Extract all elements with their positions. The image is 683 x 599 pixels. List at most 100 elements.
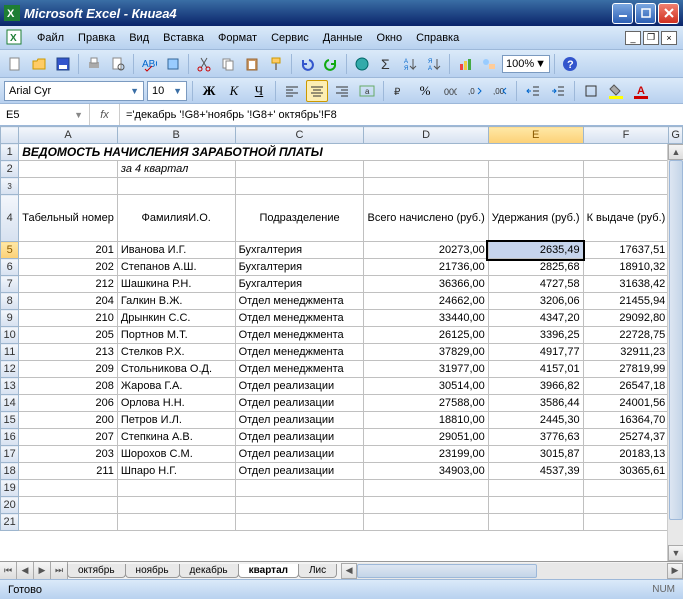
menu-file[interactable]: Файл bbox=[30, 30, 71, 46]
row-header[interactable]: 9 bbox=[1, 310, 19, 327]
col-header-B[interactable]: B bbox=[117, 127, 235, 144]
fill-color-button[interactable] bbox=[605, 80, 627, 102]
formula-input[interactable]: ='декабрь '!G8+'ноябрь '!G8+' октябрь'!F… bbox=[120, 104, 683, 125]
menu-help[interactable]: Справка bbox=[409, 30, 466, 46]
col-header-E[interactable]: E bbox=[488, 127, 583, 144]
sheet-tab-nov[interactable]: ноябрь bbox=[125, 564, 180, 578]
header-pay[interactable]: К выдаче (руб.) bbox=[583, 195, 669, 242]
zoom-combo[interactable]: 100%▼ bbox=[502, 55, 550, 73]
menu-view[interactable]: Вид bbox=[122, 30, 156, 46]
tab-next-icon[interactable]: ▶ bbox=[34, 562, 51, 579]
tab-last-icon[interactable]: ⏭ bbox=[51, 562, 68, 579]
col-header-F[interactable]: F bbox=[583, 127, 669, 144]
increase-indent-button[interactable] bbox=[547, 80, 569, 102]
row-header[interactable]: 11 bbox=[1, 344, 19, 361]
header-total[interactable]: Всего начислено (руб.) bbox=[364, 195, 488, 242]
font-size-combo[interactable]: 10▼ bbox=[147, 81, 187, 101]
sheet-tab-oct[interactable]: октябрь bbox=[67, 564, 126, 578]
hyperlink-icon[interactable] bbox=[351, 53, 373, 75]
row-header[interactable]: 8 bbox=[1, 293, 19, 310]
drawing-icon[interactable] bbox=[478, 53, 500, 75]
header-dep[interactable]: Подразделение bbox=[235, 195, 364, 242]
sheet-tab-quarter[interactable]: квартал bbox=[238, 564, 299, 578]
decrease-indent-button[interactable] bbox=[522, 80, 544, 102]
name-box[interactable]: E5▼ bbox=[0, 104, 90, 125]
bold-button[interactable]: Ж bbox=[198, 80, 220, 102]
row-header[interactable]: 15 bbox=[1, 412, 19, 429]
row-header[interactable]: 17 bbox=[1, 446, 19, 463]
comma-button[interactable]: 000 bbox=[439, 80, 461, 102]
header-ded[interactable]: Удержания (руб.) bbox=[488, 195, 583, 242]
mdi-close-button[interactable]: × bbox=[661, 31, 677, 45]
row-header[interactable]: 18 bbox=[1, 463, 19, 480]
row-header[interactable]: 3 bbox=[1, 178, 19, 195]
decrease-decimal-button[interactable]: ,00 bbox=[489, 80, 511, 102]
close-button[interactable] bbox=[658, 3, 679, 24]
cut-icon[interactable] bbox=[193, 53, 215, 75]
sheet-title[interactable]: ВЕДОМОСТЬ НАЧИСЛЕНИЯ ЗАРАБОТНОЙ ПЛАТЫ bbox=[19, 144, 669, 161]
row-header[interactable]: 5 bbox=[1, 242, 19, 259]
help-icon[interactable]: ? bbox=[559, 53, 581, 75]
autosum-icon[interactable]: Σ bbox=[375, 53, 397, 75]
row-header[interactable]: 4 bbox=[1, 195, 19, 242]
tab-first-icon[interactable]: ⏮ bbox=[0, 562, 17, 579]
col-header-G[interactable]: G bbox=[669, 127, 683, 144]
currency-button[interactable]: ₽ bbox=[389, 80, 411, 102]
row-header[interactable]: 14 bbox=[1, 395, 19, 412]
hscroll-thumb[interactable] bbox=[357, 564, 537, 578]
save-icon[interactable] bbox=[52, 53, 74, 75]
col-header-C[interactable]: C bbox=[235, 127, 364, 144]
maximize-button[interactable] bbox=[635, 3, 656, 24]
tab-prev-icon[interactable]: ◀ bbox=[17, 562, 34, 579]
sort-asc-icon[interactable]: AЯ bbox=[399, 53, 421, 75]
undo-icon[interactable] bbox=[296, 53, 318, 75]
spellcheck-icon[interactable]: ABC bbox=[138, 53, 160, 75]
sheet-tab-lis[interactable]: Лис bbox=[298, 564, 337, 578]
align-center-button[interactable] bbox=[306, 80, 328, 102]
row-header[interactable]: 16 bbox=[1, 429, 19, 446]
col-header-A[interactable]: A bbox=[19, 127, 118, 144]
mdi-restore-button[interactable]: ❐ bbox=[643, 31, 659, 45]
row-header[interactable]: 7 bbox=[1, 276, 19, 293]
menu-window[interactable]: Окно bbox=[370, 30, 410, 46]
copy-icon[interactable] bbox=[217, 53, 239, 75]
spreadsheet-grid[interactable]: A B C D E F G 1ВЕДОМОСТЬ НАЧИСЛЕНИЯ ЗАРА… bbox=[0, 126, 683, 531]
row-header[interactable]: 21 bbox=[1, 514, 19, 531]
menu-format[interactable]: Формат bbox=[211, 30, 264, 46]
borders-button[interactable] bbox=[580, 80, 602, 102]
fx-button[interactable]: fx bbox=[90, 104, 120, 125]
scroll-down-icon[interactable]: ▼ bbox=[668, 545, 683, 561]
row-header[interactable]: 19 bbox=[1, 480, 19, 497]
sort-desc-icon[interactable]: ЯA bbox=[423, 53, 445, 75]
horizontal-scrollbar[interactable]: ◀ ▶ bbox=[341, 563, 683, 579]
minimize-button[interactable] bbox=[612, 3, 633, 24]
print-preview-icon[interactable] bbox=[107, 53, 129, 75]
menu-data[interactable]: Данные bbox=[316, 30, 370, 46]
increase-decimal-button[interactable]: ,0 bbox=[464, 80, 486, 102]
open-icon[interactable] bbox=[28, 53, 50, 75]
font-color-button[interactable]: A bbox=[630, 80, 652, 102]
header-fio[interactable]: ФамилияИ.О. bbox=[117, 195, 235, 242]
select-all-corner[interactable] bbox=[1, 127, 19, 144]
sheet-subtitle[interactable]: за 4 квартал bbox=[117, 161, 235, 178]
format-painter-icon[interactable] bbox=[265, 53, 287, 75]
row-header[interactable]: 13 bbox=[1, 378, 19, 395]
vertical-scrollbar[interactable]: ▲ ▼ bbox=[667, 144, 683, 561]
print-icon[interactable] bbox=[83, 53, 105, 75]
research-icon[interactable] bbox=[162, 53, 184, 75]
active-cell[interactable]: 2635,49 bbox=[488, 242, 583, 259]
italic-button[interactable]: К bbox=[223, 80, 245, 102]
percent-button[interactable]: % bbox=[414, 80, 436, 102]
row-header[interactable]: 10 bbox=[1, 327, 19, 344]
paste-icon[interactable] bbox=[241, 53, 263, 75]
row-header[interactable]: 20 bbox=[1, 497, 19, 514]
align-right-button[interactable] bbox=[331, 80, 353, 102]
new-icon[interactable] bbox=[4, 53, 26, 75]
font-combo[interactable]: Arial Cyr▼ bbox=[4, 81, 144, 101]
menu-edit[interactable]: Правка bbox=[71, 30, 122, 46]
row-header[interactable]: 12 bbox=[1, 361, 19, 378]
row-header[interactable]: 1 bbox=[1, 144, 19, 161]
merge-center-button[interactable]: a bbox=[356, 80, 378, 102]
scroll-thumb[interactable] bbox=[669, 160, 683, 520]
sheet-tab-dec[interactable]: декабрь bbox=[179, 564, 239, 578]
